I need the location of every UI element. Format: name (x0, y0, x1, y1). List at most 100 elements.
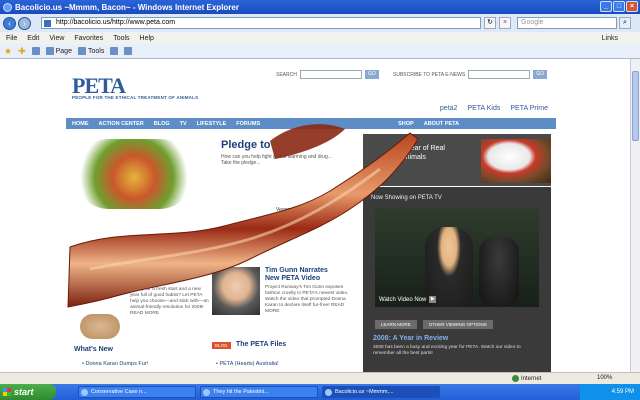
learn-more-button[interactable]: LEARN MORE (375, 320, 417, 329)
menu-help[interactable]: Help (140, 35, 154, 42)
task-label: Conservative Cave n... (91, 389, 147, 395)
tim-gunn-headline[interactable]: Tim Gunn Narrates New PETA Video (265, 267, 328, 283)
address-text: http://bacolicio.us/http://www.peta.com (56, 19, 176, 26)
links-menu[interactable]: Links (602, 35, 618, 42)
site-search-label: SEARCH (276, 71, 297, 78)
whats-new-item[interactable]: • Donna Karan Dumps Fur! (82, 361, 148, 367)
tv-heading: Now Showing on PETA TV (371, 195, 442, 201)
refresh-icon[interactable]: ↻ (484, 17, 496, 29)
menu-file[interactable]: File (6, 35, 17, 42)
watch-video-now[interactable]: Watch Video Now ▶ (379, 296, 437, 303)
subscribe-label: SUBSCRIBE TO PETA E-NEWS (393, 71, 466, 78)
menu-view[interactable]: View (49, 35, 64, 42)
add-favorites-icon[interactable]: ✚ (18, 46, 26, 57)
other-viewing-options-button[interactable]: OTHER VIEWING OPTIONS (422, 320, 493, 329)
peta-files-item-label: PETA (Hearts) Australia! (219, 361, 279, 367)
video-dog-costume-image (479, 237, 519, 307)
ie-task-icon (203, 389, 210, 396)
link-peta-kids[interactable]: PETA Kids (467, 105, 500, 112)
ie-task-icon (325, 389, 332, 396)
nav-about[interactable]: ABOUT PETA (424, 121, 459, 127)
whats-new-item-label: Donna Karan Dumps Fur! (85, 361, 149, 367)
command-bar: ★ ✚ Page Tools (0, 44, 640, 59)
menu-bar: File Edit View Favorites Tools Help Link… (0, 32, 640, 44)
fruit-image (74, 139, 194, 209)
site-search-go-button[interactable]: GO (364, 70, 379, 79)
whats-new-heading: What's New (74, 346, 114, 353)
research-icon[interactable] (124, 47, 133, 55)
address-field[interactable]: http://bacolicio.us/http://www.peta.com (41, 17, 481, 29)
page-icon (45, 47, 54, 55)
blog-badge: BLOG (212, 342, 231, 349)
clock[interactable]: 4:59 PM (612, 389, 634, 395)
nav-shop[interactable]: SHOP (398, 121, 414, 127)
top-links: peta2 PETA Kids PETA Prime (440, 105, 548, 112)
tv-video-player[interactable]: Watch Video Now ▶ (375, 207, 539, 307)
nav-action-center[interactable]: ACTION CENTER (99, 121, 144, 127)
tim-gunn-photo (212, 267, 260, 315)
site-search: SEARCH GO (276, 70, 379, 79)
pledge-line-2: Take the pledge... (221, 160, 261, 166)
forward-button[interactable]: › (18, 16, 31, 30)
peta-tagline: PEOPLE FOR THE ETHICAL TREATMENT OF ANIM… (72, 95, 199, 100)
page-label: Page (55, 47, 72, 55)
watch-label: Watch Video Now (379, 296, 427, 303)
page-menu[interactable]: Page (45, 47, 72, 55)
home-icon[interactable] (31, 47, 40, 55)
ie-icon (3, 2, 12, 12)
peta-files-item[interactable]: • PETA (Hearts) Australia! (216, 361, 279, 367)
menu-edit[interactable]: Edit (27, 35, 39, 42)
peta-tv-panel: Now Showing on PETA TV Watch Video Now ▶… (363, 187, 551, 372)
tools-label: Tools (87, 47, 105, 55)
pledge-headline[interactable]: Pledge to (221, 139, 271, 151)
link-peta2[interactable]: peta2 (440, 105, 458, 112)
taskbar-item-bacolicious[interactable]: Bacolicio.us ~Mmmm,... (322, 386, 440, 398)
peta-files-heading: The PETA Files (236, 341, 287, 348)
system-tray: 4:59 PM (580, 384, 640, 400)
favorites-star-icon[interactable]: ★ (4, 46, 12, 57)
maximize-button[interactable]: □ (613, 1, 625, 12)
taskbar-item-palestini[interactable]: They hit the Palestini... (200, 386, 318, 398)
scroll-thumb[interactable] (632, 71, 639, 141)
link-peta-prime[interactable]: PETA Prime (510, 105, 548, 112)
tv-buttons: LEARN MORE OTHER VIEWING OPTIONS (375, 320, 493, 329)
nav-blog[interactable]: BLOG (154, 121, 170, 127)
window-titlebar: Bacolicio.us ~Mmmm, Bacon~ - Windows Int… (0, 0, 640, 14)
search-icon[interactable]: ⌕ (619, 17, 631, 29)
back-button[interactable]: ‹ (3, 16, 16, 30)
address-toolbar: ‹ › http://bacolicio.us/http://www.peta.… (0, 14, 640, 32)
resolution-headline[interactable]: ...Resolution for 2009 (130, 269, 172, 285)
stop-icon[interactable]: × (499, 17, 511, 29)
start-label: start (14, 387, 34, 397)
menu-tools[interactable]: Tools (113, 35, 129, 42)
nav-tv[interactable]: TV (180, 121, 187, 127)
site-nav: HOME ACTION CENTER BLOG TV LIFESTYLE FOR… (66, 118, 556, 129)
year-in-review-title[interactable]: 2008: A Year in Review (373, 335, 448, 342)
site-search-input[interactable] (299, 70, 362, 79)
nav-lifestyle[interactable]: LIFESTYLE (197, 121, 227, 127)
vertical-scrollbar[interactable] (630, 59, 640, 372)
security-zone: Internet (512, 375, 541, 382)
print-icon[interactable] (110, 47, 119, 55)
nav-home[interactable]: HOME (72, 121, 89, 127)
zoom-level[interactable]: 100% (597, 375, 612, 381)
gear-icon (77, 47, 86, 55)
subscribe-email-input[interactable] (468, 70, 531, 79)
close-button[interactable]: × (626, 1, 638, 12)
banner-line-1: a Year of Real (401, 145, 445, 152)
hen-image (481, 139, 551, 183)
vegan-starter-link[interactable]: Vegan Starter Kit (276, 207, 314, 213)
start-button[interactable]: start (0, 384, 56, 400)
nav-forums[interactable]: FORUMS (236, 121, 260, 127)
search-input[interactable]: Google (517, 17, 617, 29)
globe-icon (512, 375, 519, 382)
minimize-button[interactable]: _ (600, 1, 612, 12)
tools-menu[interactable]: Tools (77, 47, 105, 55)
menu-favorites[interactable]: Favorites (74, 35, 103, 42)
taskbar-item-conservative-cave[interactable]: Conservative Cave n... (78, 386, 196, 398)
banner-line-2: Animals (401, 154, 426, 161)
subscribe-go-button[interactable]: GO (533, 70, 548, 79)
enews-subscribe: SUBSCRIBE TO PETA E-NEWS GO (393, 70, 548, 79)
tim-gunn-text: Project Runway's Tim Gunn exposes fashio… (265, 285, 349, 314)
hamster-image (80, 314, 120, 339)
